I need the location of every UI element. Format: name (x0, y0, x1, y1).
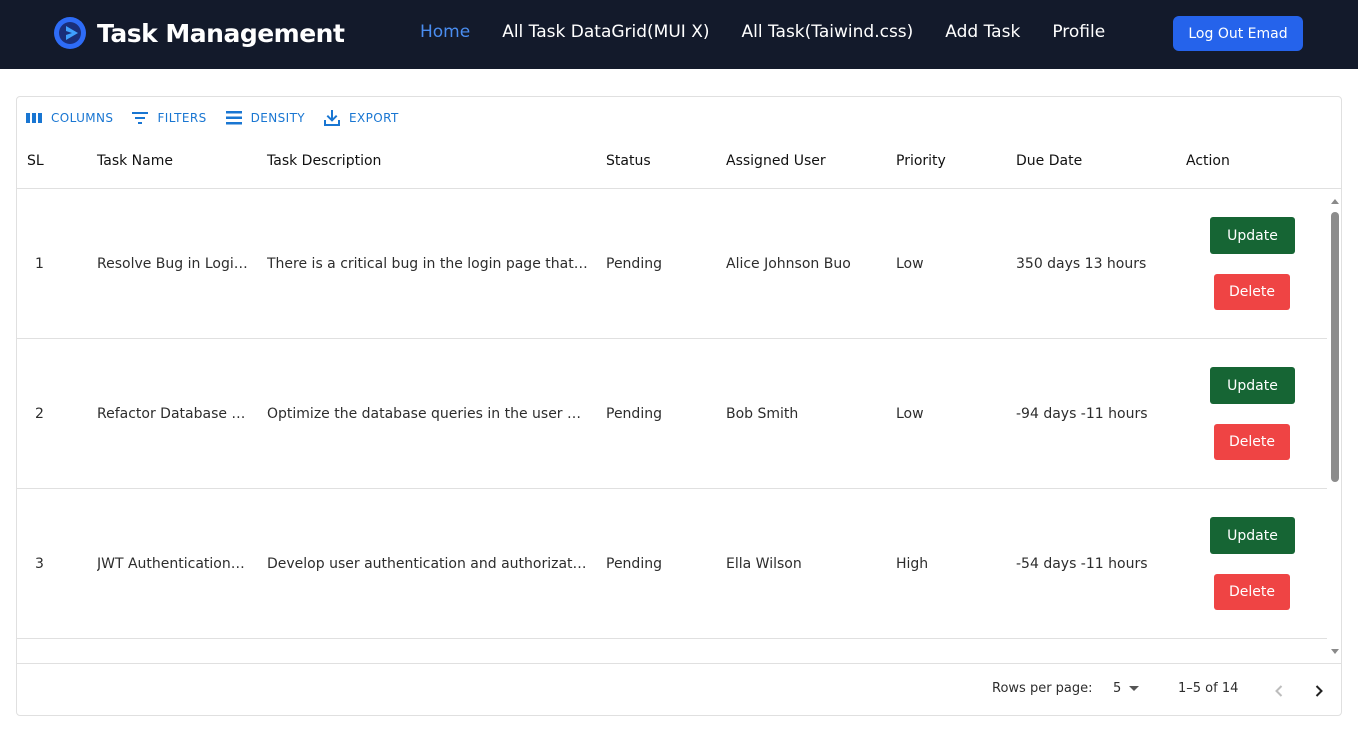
cell-status: Pending (606, 256, 662, 272)
grid-footer: Rows per page: 5 1–5 of 14 (17, 663, 1341, 715)
columns-icon (26, 113, 42, 123)
grid-header: SL Task Name Task Description Status Ass… (17, 141, 1341, 189)
cell-assigned-user: Bob Smith (726, 406, 799, 422)
table-row[interactable]: 1 Resolve Bug in Logi… There is a critic… (17, 189, 1327, 339)
next-page-button[interactable] (1309, 681, 1329, 701)
columns-label: COLUMNS (51, 111, 114, 125)
cell-status: Pending (606, 556, 662, 572)
vertical-scrollbar[interactable] (1327, 189, 1341, 663)
delete-button[interactable]: Delete (1214, 574, 1290, 610)
brand[interactable]: Task Management (54, 17, 345, 49)
cell-task-description: There is a critical bug in the login pag… (267, 256, 588, 272)
cell-priority: Low (896, 406, 924, 422)
update-button[interactable]: Update (1210, 367, 1295, 404)
export-label: EXPORT (349, 111, 399, 125)
nav-link-home[interactable]: Home (420, 22, 470, 42)
nav-link-profile[interactable]: Profile (1052, 22, 1105, 42)
nav-link-all-task-tailwind[interactable]: All Task(Taiwind.css) (741, 22, 913, 42)
brand-logo-icon (54, 17, 86, 49)
chevron-right-icon (1315, 685, 1323, 697)
columns-button[interactable]: COLUMNS (25, 109, 113, 127)
cell-sl: 3 (35, 556, 44, 572)
table-row[interactable]: 3 JWT Authentication… Develop user authe… (17, 489, 1327, 639)
scroll-down-arrow-icon[interactable] (1331, 649, 1339, 654)
nav-link-all-task-datagrid[interactable]: All Task DataGrid(MUI X) (502, 22, 709, 42)
filters-label: FILTERS (157, 111, 207, 125)
column-header-assigned-user[interactable]: Assigned User (726, 141, 826, 188)
filter-icon (132, 112, 149, 124)
density-label: DENSITY (250, 111, 306, 125)
nav-link-add-task[interactable]: Add Task (945, 22, 1020, 42)
task-data-grid: COLUMNS FILTERS DENSITY EXPORT SL Task N… (16, 96, 1342, 716)
navbar: Task Management Home All Task DataGrid(M… (0, 0, 1358, 69)
cell-task-name: JWT Authentication… (97, 556, 245, 572)
grid-rows: 1 Resolve Bug in Logi… There is a critic… (17, 189, 1327, 663)
cell-sl: 2 (35, 406, 44, 422)
cell-due-date: -94 days -11 hours (1016, 406, 1148, 422)
cell-due-date: -54 days -11 hours (1016, 556, 1148, 572)
grid-toolbar: COLUMNS FILTERS DENSITY EXPORT (25, 109, 417, 127)
delete-button[interactable]: Delete (1214, 424, 1290, 460)
scrollbar-thumb[interactable] (1331, 212, 1339, 482)
update-button[interactable]: Update (1210, 517, 1295, 554)
pagination-range: 1–5 of 14 (1178, 681, 1239, 696)
rows-per-page-label: Rows per page: (992, 681, 1093, 696)
filters-button[interactable]: FILTERS (131, 109, 206, 127)
cell-due-date: 350 days 13 hours (1016, 256, 1147, 272)
cell-sl: 1 (35, 256, 44, 272)
caret-down-icon (1129, 686, 1140, 691)
previous-page-button[interactable] (1269, 681, 1289, 701)
column-header-priority[interactable]: Priority (896, 141, 946, 188)
scroll-up-arrow-icon[interactable] (1331, 199, 1339, 204)
column-header-sl[interactable]: SL (27, 141, 44, 188)
rows-per-page-select[interactable]: 5 (1113, 681, 1140, 696)
table-row[interactable]: 2 Refactor Database … Optimize the datab… (17, 339, 1327, 489)
density-icon (225, 111, 242, 125)
column-header-due-date[interactable]: Due Date (1016, 141, 1082, 188)
column-header-status[interactable]: Status (606, 141, 651, 188)
logout-button[interactable]: Log Out Emad (1173, 16, 1303, 51)
column-header-action[interactable]: Action (1186, 141, 1230, 188)
cell-priority: Low (896, 256, 924, 272)
export-button[interactable]: EXPORT (323, 109, 399, 127)
nav-links: Home All Task DataGrid(MUI X) All Task(T… (420, 22, 1137, 42)
update-button[interactable]: Update (1210, 217, 1295, 254)
cell-task-name: Resolve Bug in Logi… (97, 256, 248, 272)
rows-per-page-value: 5 (1113, 681, 1122, 696)
column-header-task-description[interactable]: Task Description (267, 141, 381, 188)
export-icon (324, 110, 341, 126)
delete-button[interactable]: Delete (1214, 274, 1290, 310)
cell-task-description: Optimize the database queries in the use… (267, 406, 582, 422)
density-button[interactable]: DENSITY (225, 109, 305, 127)
column-header-task-name[interactable]: Task Name (97, 141, 173, 188)
chevron-left-icon (1275, 685, 1283, 697)
cell-priority: High (896, 556, 929, 572)
cell-task-name: Refactor Database … (97, 406, 246, 422)
cell-assigned-user: Alice Johnson Buo (726, 256, 851, 272)
cell-assigned-user: Ella Wilson (726, 556, 802, 572)
brand-title: Task Management (97, 18, 345, 48)
cell-status: Pending (606, 406, 662, 422)
cell-task-description: Develop user authentication and authoriz… (267, 556, 587, 572)
